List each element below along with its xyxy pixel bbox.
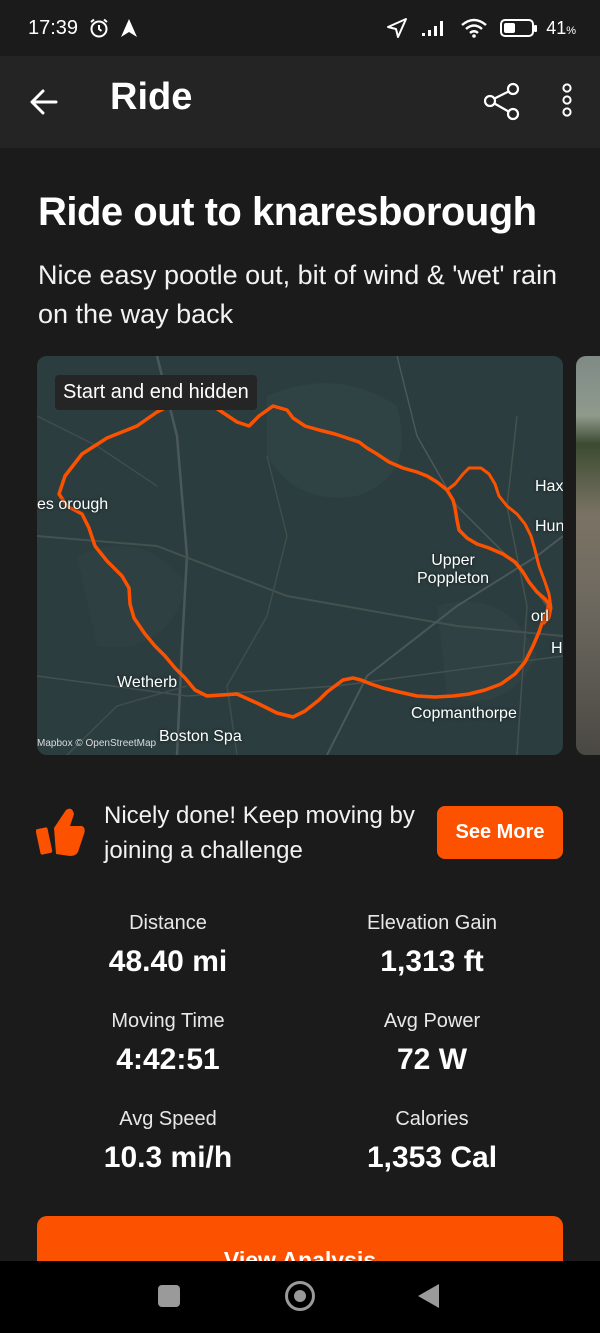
back-arrow-icon <box>30 89 58 115</box>
map-label-upper-poppleton: Upper Poppleton <box>417 552 490 587</box>
map-label-boston-spa: Boston Spa <box>159 728 242 745</box>
back-button[interactable] <box>26 84 62 120</box>
app-bar: Ride <box>0 56 600 148</box>
thumbs-up-icon <box>36 808 85 856</box>
stat-avg-speed: Avg Speed 10.3 mi/h <box>36 1108 300 1175</box>
status-right: 41% <box>386 17 576 39</box>
system-back-icon[interactable] <box>418 1284 439 1308</box>
activity-photo-thumbnail[interactable] <box>576 356 600 755</box>
status-time: 17:39 <box>28 16 79 39</box>
map-label-h: H <box>551 640 563 657</box>
system-nav-bar <box>0 1261 600 1333</box>
share-button[interactable] <box>480 80 524 124</box>
page-title: Ride <box>110 76 193 118</box>
stat-value: 1,353 Cal <box>366 1141 498 1174</box>
signal-icon <box>422 21 444 36</box>
map-privacy-badge: Start and end hidden <box>55 375 257 410</box>
map-attribution: Mapbox © OpenStreetMap <box>37 738 157 749</box>
map-label-york: orl <box>531 608 549 625</box>
alarm-icon <box>90 18 108 38</box>
home-icon[interactable] <box>285 1281 315 1311</box>
activity-description: Nice easy pootle out, bit of wind & 'wet… <box>38 260 558 329</box>
battery-percent: 41% <box>546 17 576 38</box>
map-label-copmanthorpe: Copmanthorpe <box>411 705 517 722</box>
stat-avg-power: Avg Power 72 W <box>300 1010 564 1077</box>
activity-title: Ride out to knaresborough <box>38 190 537 234</box>
share-icon <box>483 82 520 121</box>
map-label-hax: Hax <box>535 478 563 495</box>
map-label-hun: Hun <box>535 518 563 535</box>
stat-distance: Distance 48.40 mi <box>36 912 300 979</box>
stat-label: Distance <box>129 912 207 934</box>
status-bar: 17:39 41% <box>0 0 600 56</box>
stat-value: 10.3 mi/h <box>103 1141 233 1174</box>
route-map[interactable]: Start and end hidden es orough Wetherb B… <box>37 356 563 755</box>
stat-value: 4:42:51 <box>116 1043 220 1076</box>
stat-label: Avg Speed <box>119 1108 217 1130</box>
wifi-icon <box>461 18 487 38</box>
battery-fill <box>504 23 515 33</box>
more-options-button[interactable] <box>552 80 582 124</box>
location-icon <box>387 18 408 38</box>
stat-moving-time: Moving Time 4:42:51 <box>36 1010 300 1077</box>
navigation-icon <box>121 19 138 37</box>
see-more-button[interactable]: See More <box>437 806 563 859</box>
map-label-wetherby: Wetherb <box>117 674 178 691</box>
stat-label: Calories <box>395 1108 469 1130</box>
stat-value: 48.40 mi <box>108 945 228 978</box>
stat-calories: Calories 1,353 Cal <box>300 1108 564 1175</box>
kudos-message: Nicely done! Keep moving by joining a ch… <box>104 802 415 864</box>
stat-value: 1,313 ft <box>380 945 484 978</box>
battery-icon <box>500 19 538 37</box>
stat-elevation-gain: Elevation Gain 1,313 ft <box>300 912 564 979</box>
status-left: 17:39 <box>28 17 138 40</box>
stat-label: Avg Power <box>383 1010 481 1032</box>
stat-label: Elevation Gain <box>366 912 498 934</box>
more-vertical-icon <box>562 83 572 117</box>
recents-icon[interactable] <box>158 1285 180 1307</box>
stat-value: 72 W <box>396 1043 468 1076</box>
stat-label: Moving Time <box>111 1010 225 1032</box>
map-label-knaresborough: es orough <box>37 496 109 513</box>
